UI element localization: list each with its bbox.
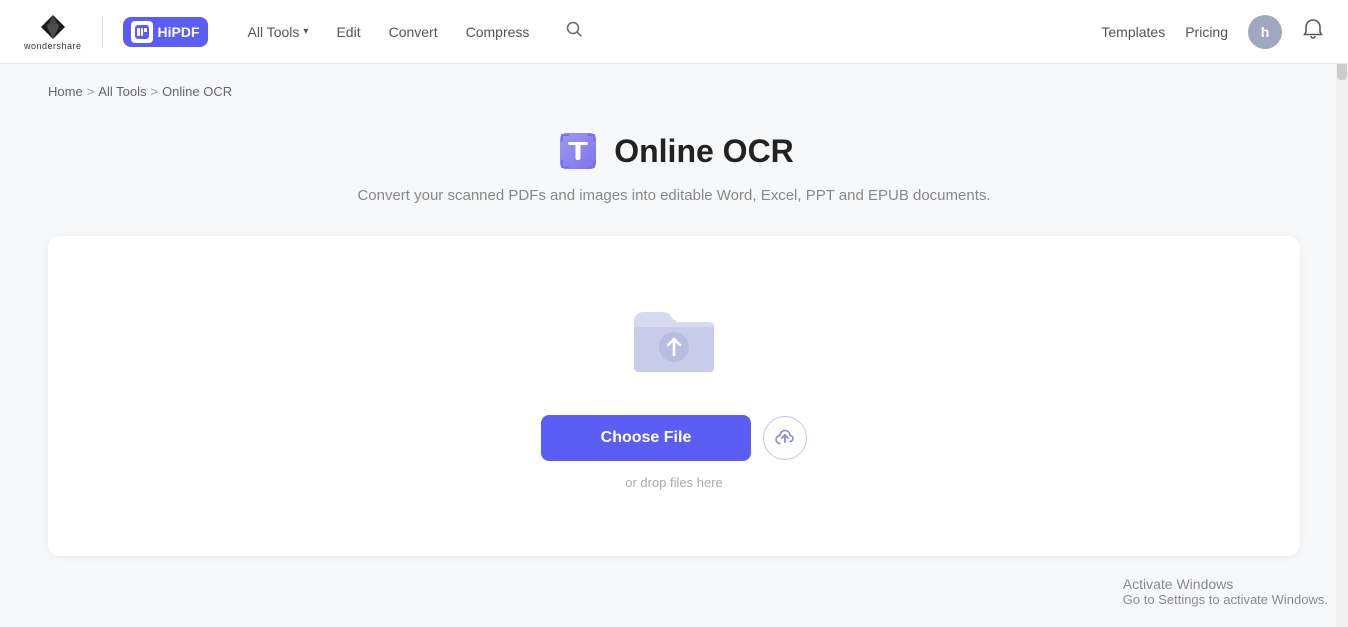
breadcrumb-current: Online OCR [162,84,232,99]
breadcrumb-sep-2: > [150,84,158,99]
navbar-right: Templates Pricing h [1101,15,1324,49]
choose-file-button[interactable]: Choose File [541,415,752,461]
wondershare-logo-link[interactable]: wondershare [24,13,82,51]
breadcrumb: Home > All Tools > Online OCR [48,84,1300,99]
upload-buttons: Choose File [541,415,808,461]
page-header: Online OCR Convert your scanned PDFs and… [48,127,1300,204]
nav-all-tools[interactable]: All Tools ▾ [236,16,321,48]
search-icon[interactable] [557,12,591,51]
templates-link[interactable]: Templates [1101,24,1165,40]
chevron-down-icon: ▾ [303,26,308,37]
hipdf-icon [131,21,153,43]
wondershare-text: wondershare [24,41,82,51]
page-title-row: Online OCR [48,127,1300,175]
wondershare-diamond-icon [39,13,67,41]
nav-links: All Tools ▾ Edit Convert Compress [236,16,542,48]
hipdf-logo-icon [134,24,150,40]
user-avatar[interactable]: h [1248,15,1282,49]
breadcrumb-sep-1: > [87,84,95,99]
nav-edit[interactable]: Edit [324,16,372,48]
cloud-upload-icon [775,428,795,448]
scrollbar[interactable] [1336,0,1348,627]
navbar-left: wondershare HiPDF All Tools ▾ [24,12,1101,51]
upload-card: Choose File or drop files here [48,236,1300,556]
hipdf-label: HiPDF [158,24,200,40]
ocr-icon [554,127,602,175]
page-title: Online OCR [614,133,794,170]
pricing-link[interactable]: Pricing [1185,24,1228,40]
nav-divider [102,16,103,48]
hipdf-badge[interactable]: HiPDF [123,17,208,47]
navbar: wondershare HiPDF All Tools ▾ [0,0,1348,64]
bell-icon[interactable] [1302,18,1324,46]
upload-folder-icon [624,292,724,387]
nav-convert[interactable]: Convert [377,16,450,48]
breadcrumb-home[interactable]: Home [48,84,83,99]
main-content: Home > All Tools > Online OCR [24,64,1324,596]
breadcrumb-all-tools[interactable]: All Tools [98,84,146,99]
page-subtitle: Convert your scanned PDFs and images int… [48,187,1300,204]
nav-compress[interactable]: Compress [454,16,542,48]
wondershare-logo: wondershare [24,13,82,51]
drop-text: or drop files here [625,475,723,490]
cloud-upload-button[interactable] [763,416,807,460]
